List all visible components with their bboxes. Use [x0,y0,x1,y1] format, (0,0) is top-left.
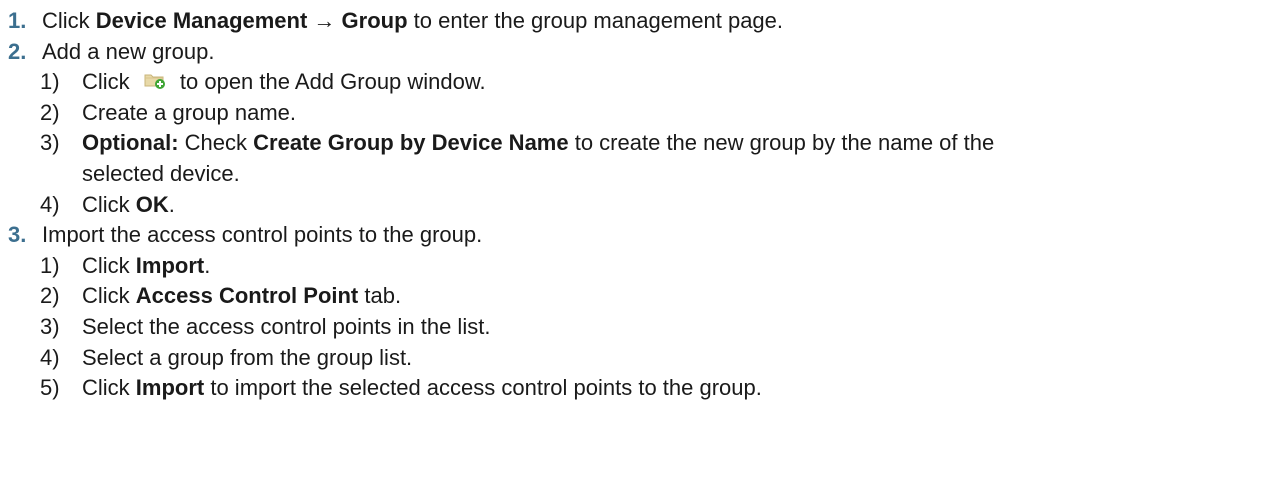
substep-text-continuation: selected device. [82,160,240,186]
substep-text-suffix: . [204,252,211,278]
substep-3-3: 3) Select the access control points in t… [0,312,1274,343]
substep-text-prefix: Click [82,69,136,95]
button-name: OK [135,191,169,217]
step-text-prefix: Click [42,8,96,33]
step-number: 2. [8,38,27,64]
substep-number: 1) [40,69,60,95]
step-menu-path: Device Management → Group [95,8,408,33]
substep-text-suffix: . [168,191,175,217]
substep-text: Select the access control points in the … [82,313,491,339]
substep-number: 2) [40,99,60,125]
step-number: 1. [8,8,27,33]
step-1: 1. Click Device Management → Group to en… [0,6,1274,37]
substep-text-prefix: Click [82,191,136,217]
substep-2-2: 2) Create a group name. [0,98,1274,129]
substep-2-3: 3) Optional: Check Create Group by Devic… [0,128,1274,159]
step-text-suffix: to enter the group management page. [407,8,784,33]
add-group-icon [144,71,166,90]
substep-text-suffix: tab. [358,283,402,309]
substep-3-4: 4) Select a group from the group list. [0,343,1274,374]
substep-text: Select a group from the group list. [82,344,413,370]
optional-label: Optional: [82,130,179,156]
substep-number: 3) [40,130,60,156]
substep-text-suffix: to create the new group by the name of t… [568,130,995,156]
substep-2-1: 1) Click to open the Add Group window. [0,67,1274,98]
step-number: 3. [8,222,27,248]
step-text: Add a new group. [42,38,215,64]
substep-text-mid: Check [178,130,254,156]
substep-number: 3) [40,313,60,339]
option-name: Create Group by Device Name [253,130,569,156]
substep-text-prefix: Click [82,375,136,401]
tab-name: Access Control Point [135,283,359,309]
instruction-document: 1. Click Device Management → Group to en… [0,0,1274,500]
step-text: Import the access control points to the … [42,222,483,248]
step-2: 2. Add a new group. [0,37,1274,68]
substep-text-prefix: Click [82,252,136,278]
substep-text: Create a group name. [82,99,297,125]
substep-number: 4) [40,344,60,370]
button-name: Import [135,252,205,278]
substep-3-1: 1) Click Import . [0,251,1274,282]
substep-number: 1) [40,252,60,278]
substep-text-prefix: Click [82,283,136,309]
substep-2-4: 4) Click OK . [0,190,1274,221]
substep-text-suffix: to import the selected access control po… [204,375,762,401]
step-3: 3. Import the access control points to t… [0,220,1274,251]
substep-3-2: 2) Click Access Control Point tab. [0,281,1274,312]
substep-number: 2) [40,283,60,309]
substep-2-3-continuation: selected device. [0,159,1274,190]
substep-number: 5) [40,375,60,401]
substep-3-5: 5) Click Import to import the selected a… [0,373,1274,404]
button-name: Import [135,375,205,401]
substep-number: 4) [40,191,60,217]
substep-text-suffix: to open the Add Group window. [173,69,486,95]
